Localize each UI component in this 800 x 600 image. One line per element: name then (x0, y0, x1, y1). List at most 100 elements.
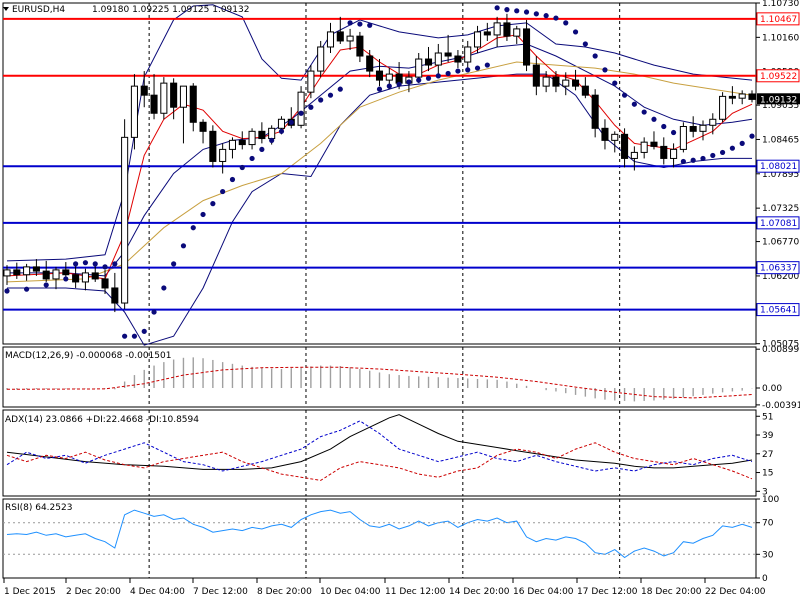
candle-body-58[interactable] (572, 79, 580, 87)
candle-body-20[interactable] (199, 121, 207, 132)
candle-body-43[interactable] (424, 58, 433, 66)
candle-body-60[interactable] (591, 94, 599, 129)
candle-body-49[interactable] (483, 31, 491, 36)
candle-body-35[interactable] (346, 35, 354, 42)
candle-body-75[interactable] (738, 93, 746, 99)
candle-body-53[interactable] (523, 28, 531, 66)
candle-body-1[interactable] (13, 269, 21, 276)
candle-body-25[interactable] (248, 130, 256, 146)
chart-background (0, 0, 800, 600)
candle-body-44[interactable] (434, 52, 442, 66)
candle-body-24[interactable] (238, 139, 246, 146)
candle-body-46[interactable] (454, 55, 462, 63)
candle-body-4[interactable] (42, 270, 50, 280)
candle-body-36[interactable] (356, 35, 364, 57)
candle-body-3[interactable] (32, 266, 40, 272)
candle-body-8[interactable] (81, 272, 89, 283)
candle-body-26[interactable] (258, 130, 266, 140)
candle-body-12[interactable] (121, 136, 129, 304)
candle-body-74[interactable] (728, 95, 736, 99)
candle-body-48[interactable] (473, 31, 482, 48)
candle-body-14[interactable] (140, 85, 148, 96)
candle-body-10[interactable] (101, 278, 109, 289)
adx-title: ADX(14) 23.0866 +DI:22.4668 -DI:10.8594 (5, 415, 199, 425)
candle-body-32[interactable] (317, 46, 325, 72)
sar-dot-35 (376, 86, 383, 92)
candle-body-9[interactable] (91, 272, 99, 280)
sar-dot-23 (259, 146, 265, 153)
time-tick-label-2: 4 Dec 04:00 (130, 587, 185, 597)
sar-dot-19 (220, 188, 226, 195)
sar-dot-51 (533, 11, 539, 17)
candle-body-22[interactable] (219, 148, 227, 162)
candle-body-62[interactable] (611, 133, 619, 141)
sar-dot-33 (357, 21, 363, 27)
candle-body-56[interactable] (552, 76, 560, 87)
candle-body-17[interactable] (170, 82, 178, 108)
sar-dot-60 (621, 92, 628, 98)
candle-body-18[interactable] (179, 85, 187, 108)
sar-dot-1 (24, 286, 30, 292)
time-tick-label-6: 11 Dec 12:00 (385, 587, 446, 597)
symbol-label: EURUSD,H4 (12, 5, 65, 15)
candle-body-5[interactable] (52, 269, 60, 280)
price-tick-label-6: 1.07325 (762, 204, 799, 214)
candle-body-0[interactable] (3, 269, 11, 277)
rsi-tick-label-2: 30 (762, 550, 774, 560)
candle-body-33[interactable] (326, 31, 335, 48)
candle-body-69[interactable] (679, 126, 687, 150)
candle-body-7[interactable] (72, 274, 80, 283)
candle-body-39[interactable] (385, 73, 393, 81)
candle-body-59[interactable] (581, 85, 589, 96)
candle-body-57[interactable] (562, 79, 570, 87)
candle-body-47[interactable] (464, 46, 472, 63)
sar-dot-73 (749, 133, 755, 139)
candle-body-55[interactable] (542, 76, 550, 87)
candle-body-76[interactable] (748, 93, 756, 100)
candle-body-67[interactable] (660, 145, 668, 159)
candle-body-54[interactable] (532, 64, 540, 87)
candle-body-65[interactable] (640, 141, 648, 153)
candle-body-70[interactable] (689, 126, 697, 132)
candle-body-73[interactable] (719, 95, 727, 120)
level-label-1: 1.09522 (760, 72, 797, 82)
candle-body-30[interactable] (297, 91, 305, 126)
candle-body-11[interactable] (111, 287, 119, 304)
trading-chart: 1.107301.101601.095901.090351.084651.078… (0, 0, 800, 600)
candle-body-31[interactable] (307, 70, 315, 93)
candle-body-64[interactable] (630, 151, 638, 159)
candle-body-45[interactable] (444, 52, 452, 57)
sar-dot-39 (416, 77, 422, 83)
sar-dot-47 (494, 5, 500, 11)
candle-body-28[interactable] (277, 118, 286, 129)
level-label-3: 1.07081 (760, 219, 797, 229)
candle-body-37[interactable] (366, 55, 374, 72)
candle-body-27[interactable] (268, 127, 276, 140)
candle-body-52[interactable] (513, 28, 521, 37)
sar-dot-67 (690, 157, 696, 163)
candle-body-71[interactable] (699, 124, 707, 132)
sar-dot-29 (318, 97, 324, 103)
candle-body-61[interactable] (601, 127, 609, 141)
candle-body-66[interactable] (650, 141, 658, 147)
candle-body-16[interactable] (160, 82, 168, 114)
sar-dot-61 (631, 101, 637, 107)
sar-dot-27 (298, 110, 304, 116)
candle-body-42[interactable] (415, 58, 423, 78)
candle-body-6[interactable] (62, 269, 70, 276)
candle-body-34[interactable] (336, 31, 344, 42)
candle-body-19[interactable] (189, 85, 197, 123)
candle-body-15[interactable] (150, 94, 158, 114)
candle-body-68[interactable] (670, 148, 678, 159)
candle-body-38[interactable] (375, 70, 384, 81)
ohlc-values: 1.09180 1.09225 1.09125 1.09132 (92, 5, 249, 15)
candle-body-23[interactable] (228, 139, 236, 150)
macd-title: MACD(12,26,9) -0.000068 -0.001501 (5, 351, 171, 361)
candle-body-50[interactable] (493, 22, 501, 36)
candle-body-21[interactable] (209, 130, 217, 162)
candle-body-51[interactable] (503, 22, 511, 37)
candle-body-13[interactable] (130, 85, 138, 138)
candle-body-63[interactable] (621, 133, 629, 159)
candle-body-72[interactable] (709, 118, 717, 126)
candle-body-2[interactable] (23, 266, 31, 276)
